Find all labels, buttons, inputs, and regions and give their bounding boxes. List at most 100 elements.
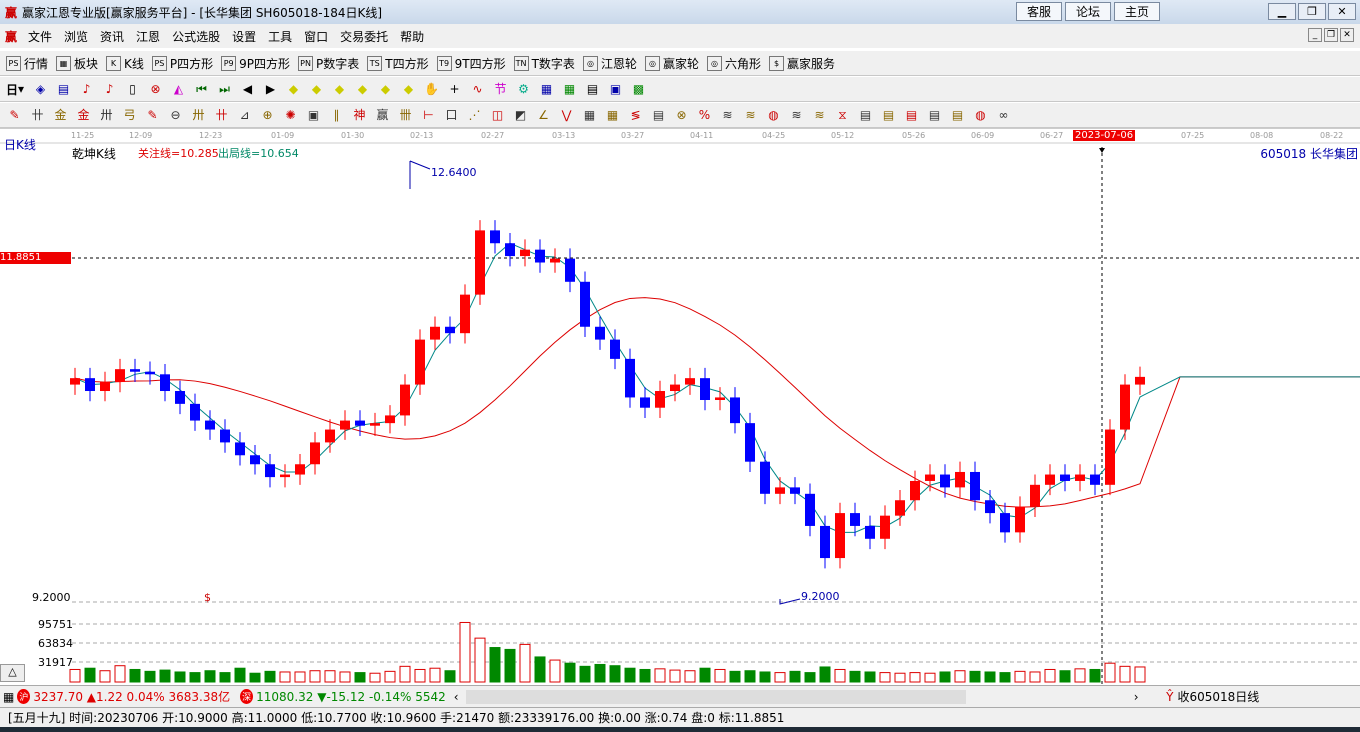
drawing-tool-icon[interactable]: 弓 <box>121 107 138 124</box>
drawing-tool-icon[interactable]: ▦ <box>581 107 598 124</box>
chart-tool-icon[interactable]: ♪ <box>78 81 95 98</box>
menu-info[interactable]: 资讯 <box>94 28 130 45</box>
chart-tool-icon[interactable]: ◭ <box>170 81 187 98</box>
chart-tool-icon[interactable]: ∿ <box>469 81 486 98</box>
quote-icon[interactable]: ▦ <box>3 690 14 704</box>
drawing-tool-icon[interactable]: ∞ <box>995 107 1012 124</box>
scroll-left[interactable]: ‹ <box>446 690 466 704</box>
menu-help[interactable]: 帮助 <box>394 28 430 45</box>
menu-formula[interactable]: 公式选股 <box>166 28 226 45</box>
period-select[interactable]: 日 ▾ <box>6 81 24 98</box>
toolbar-t-table-button[interactable]: TN T数字表 <box>513 55 575 72</box>
drawing-tool-icon[interactable]: ⊕ <box>259 107 276 124</box>
drawing-tool-icon[interactable]: 赢 <box>374 107 391 124</box>
drawing-tool-icon[interactable]: % <box>696 107 713 124</box>
toolbar-t-square-button[interactable]: TS T四方形 <box>367 55 429 72</box>
drawing-tool-icon[interactable]: ▤ <box>926 107 943 124</box>
drawing-tool-icon[interactable]: ⋁ <box>558 107 575 124</box>
scroll-track[interactable] <box>966 690 1126 704</box>
drawing-tool-icon[interactable]: 金 <box>52 107 69 124</box>
toolbar-gann-wheel-button[interactable]: ◎ 江恩轮 <box>582 55 637 72</box>
drawing-tool-icon[interactable]: ✺ <box>282 107 299 124</box>
drawing-tool-icon[interactable]: 卌 <box>397 107 414 124</box>
menu-trade[interactable]: 交易委托 <box>334 28 394 45</box>
chart-tool-icon[interactable]: ▩ <box>630 81 647 98</box>
menu-browse[interactable]: 浏览 <box>58 28 94 45</box>
drawing-tool-icon[interactable]: ≶ <box>627 107 644 124</box>
close-button[interactable]: ✕ <box>1328 3 1356 20</box>
drawing-tool-icon[interactable]: ◍ <box>765 107 782 124</box>
toolbar-winner-service-button[interactable]: $ 赢家服务 <box>768 55 835 72</box>
chart-tool-icon[interactable]: ◆ <box>308 81 325 98</box>
chart-tool-icon[interactable]: ◆ <box>331 81 348 98</box>
toolbar-p-square-button[interactable]: PS P四方形 <box>151 55 213 72</box>
chart-tool-icon[interactable]: ▶ <box>262 81 279 98</box>
drawing-tool-icon[interactable]: ▦ <box>604 107 621 124</box>
drawing-tool-icon[interactable]: 卅 <box>98 107 115 124</box>
drawing-tool-icon[interactable]: ≋ <box>788 107 805 124</box>
kline-chart[interactable]: 日K线 乾坤K线 关注线=10.285 出局线=10.654 605018 长华… <box>0 128 1360 686</box>
drawing-tool-icon[interactable]: ⊗ <box>673 107 690 124</box>
mdi-minimize[interactable]: _ <box>1308 28 1322 42</box>
drawing-tool-icon[interactable]: ∥ <box>328 107 345 124</box>
chart-tool-icon[interactable]: ⏮ <box>193 81 210 98</box>
chart-tool-icon[interactable]: ▤ <box>584 81 601 98</box>
minimize-button[interactable]: ▁ <box>1268 3 1296 20</box>
drawing-tool-icon[interactable]: ⊿ <box>236 107 253 124</box>
chart-tool-icon[interactable]: ▯ <box>124 81 141 98</box>
drawing-tool-icon[interactable]: ⋰ <box>466 107 483 124</box>
chart-tool-icon[interactable]: ▤ <box>55 81 72 98</box>
drawing-tool-icon[interactable]: 口 <box>443 107 460 124</box>
drawing-tool-icon[interactable]: 卄 <box>29 107 46 124</box>
sz-index[interactable]: 11080.32 ▼-15.12 -0.14% 5542.38 <box>256 690 446 704</box>
drawing-tool-icon[interactable]: 神 <box>351 107 368 124</box>
chart-tool-icon[interactable]: + <box>446 81 463 98</box>
drawing-tool-icon[interactable]: ≋ <box>719 107 736 124</box>
chart-tool-icon[interactable]: ▦ <box>561 81 578 98</box>
forum-button[interactable]: 论坛 <box>1065 2 1111 21</box>
chart-tool-icon[interactable]: ▣ <box>607 81 624 98</box>
chart-tool-icon[interactable]: ◆ <box>354 81 371 98</box>
drawing-tool-icon[interactable]: ◫ <box>489 107 506 124</box>
drawing-tool-icon[interactable]: ◩ <box>512 107 529 124</box>
drawing-tool-icon[interactable]: ▤ <box>880 107 897 124</box>
drawing-tool-icon[interactable]: ⧖ <box>834 107 851 124</box>
drawing-tool-icon[interactable]: 卄 <box>213 107 230 124</box>
chart-tool-icon[interactable]: ♪ <box>101 81 118 98</box>
scroll-right[interactable]: › <box>1126 690 1146 704</box>
mdi-restore[interactable]: ❐ <box>1324 28 1338 42</box>
chart-tool-icon[interactable]: ◆ <box>285 81 302 98</box>
menu-tools[interactable]: 工具 <box>262 28 298 45</box>
chart-tool-icon[interactable]: 节 <box>492 81 509 98</box>
drawing-tool-icon[interactable]: 金 <box>75 107 92 124</box>
sh-index[interactable]: 3237.70 ▲1.22 0.04% 3683.38亿 <box>33 688 230 705</box>
toolbar-hexagon-button[interactable]: ◎ 六角形 <box>706 55 761 72</box>
home-button[interactable]: 主页 <box>1114 2 1160 21</box>
toolbar-sector-button[interactable]: ▦ 板块 <box>56 55 98 72</box>
chart-tool-icon[interactable]: ◈ <box>32 81 49 98</box>
drawing-tool-icon[interactable]: ⊢ <box>420 107 437 124</box>
scrollbar-thumb[interactable] <box>466 689 967 704</box>
toolbar-winner-wheel-button[interactable]: ◎ 赢家轮 <box>644 55 699 72</box>
mdi-close[interactable]: ✕ <box>1340 28 1354 42</box>
toolbar-9t-square-button[interactable]: T9 9T四方形 <box>436 55 506 72</box>
chart-tool-icon[interactable]: ✋ <box>423 81 440 98</box>
menu-settings[interactable]: 设置 <box>226 28 262 45</box>
drawing-tool-icon[interactable]: ▤ <box>903 107 920 124</box>
drawing-tool-icon[interactable]: ▣ <box>305 107 322 124</box>
drawing-tool-icon[interactable]: ▤ <box>857 107 874 124</box>
drawing-tool-icon[interactable]: ▤ <box>650 107 667 124</box>
menu-gann[interactable]: 江恩 <box>130 28 166 45</box>
drawing-tool-icon[interactable]: 卅 <box>190 107 207 124</box>
service-button[interactable]: 客服 <box>1016 2 1062 21</box>
chart-tool-icon[interactable]: ⏭ <box>216 81 233 98</box>
chart-tool-icon[interactable]: ▦ <box>538 81 555 98</box>
toolbar-p-table-button[interactable]: PN P数字表 <box>298 55 359 72</box>
toolbar-kline-button[interactable]: K K线 <box>106 55 144 72</box>
restore-button[interactable]: ❐ <box>1298 3 1326 20</box>
drawing-tool-icon[interactable]: ◍ <box>972 107 989 124</box>
collapse-button[interactable]: △ <box>0 664 25 682</box>
menu-window[interactable]: 窗口 <box>298 28 334 45</box>
drawing-tool-icon[interactable]: ✎ <box>6 107 23 124</box>
toolbar-9p-square-button[interactable]: P9 9P四方形 <box>221 55 290 72</box>
